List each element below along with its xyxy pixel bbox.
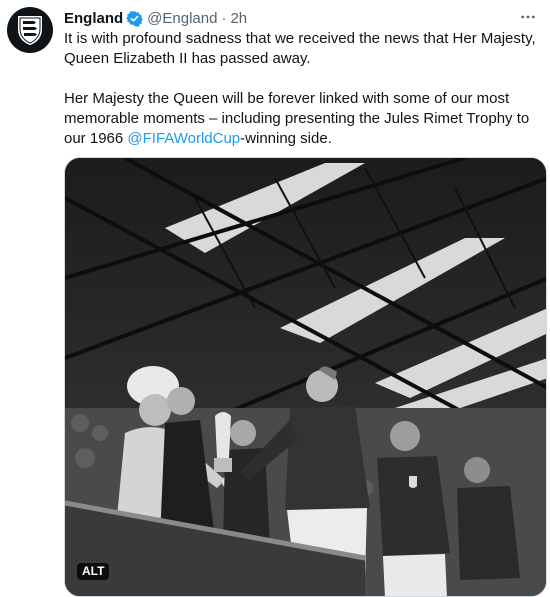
mention-link-fifaworldcup[interactable]: @FIFAWorldCup (127, 130, 240, 147)
author-name[interactable]: England (64, 10, 123, 27)
alt-text-badge[interactable]: ALT (77, 563, 110, 580)
ellipsis-icon[interactable] (516, 5, 540, 29)
author-handle[interactable]: @England (147, 10, 217, 27)
separator-dot: · (221, 9, 227, 27)
tweet-header: England @England · 2h (64, 8, 542, 28)
author-avatar[interactable] (7, 7, 53, 53)
verified-badge-icon (126, 10, 144, 27)
tweet-paragraph-1: It is with profound sadness that we rece… (64, 30, 536, 67)
trophy-presentation-photo (65, 158, 546, 596)
tweet-paragraph-2: Her Majesty the Queen will be forever li… (64, 89, 542, 149)
three-lions-crest-icon (18, 16, 42, 45)
tweet-text: It is with profound sadness that we rece… (64, 29, 542, 149)
tweet-media-photo[interactable]: ALT (64, 157, 547, 597)
tweet-timestamp[interactable]: 2h (230, 10, 247, 27)
tweet-paragraph-2-tail: -winning side. (240, 130, 332, 147)
